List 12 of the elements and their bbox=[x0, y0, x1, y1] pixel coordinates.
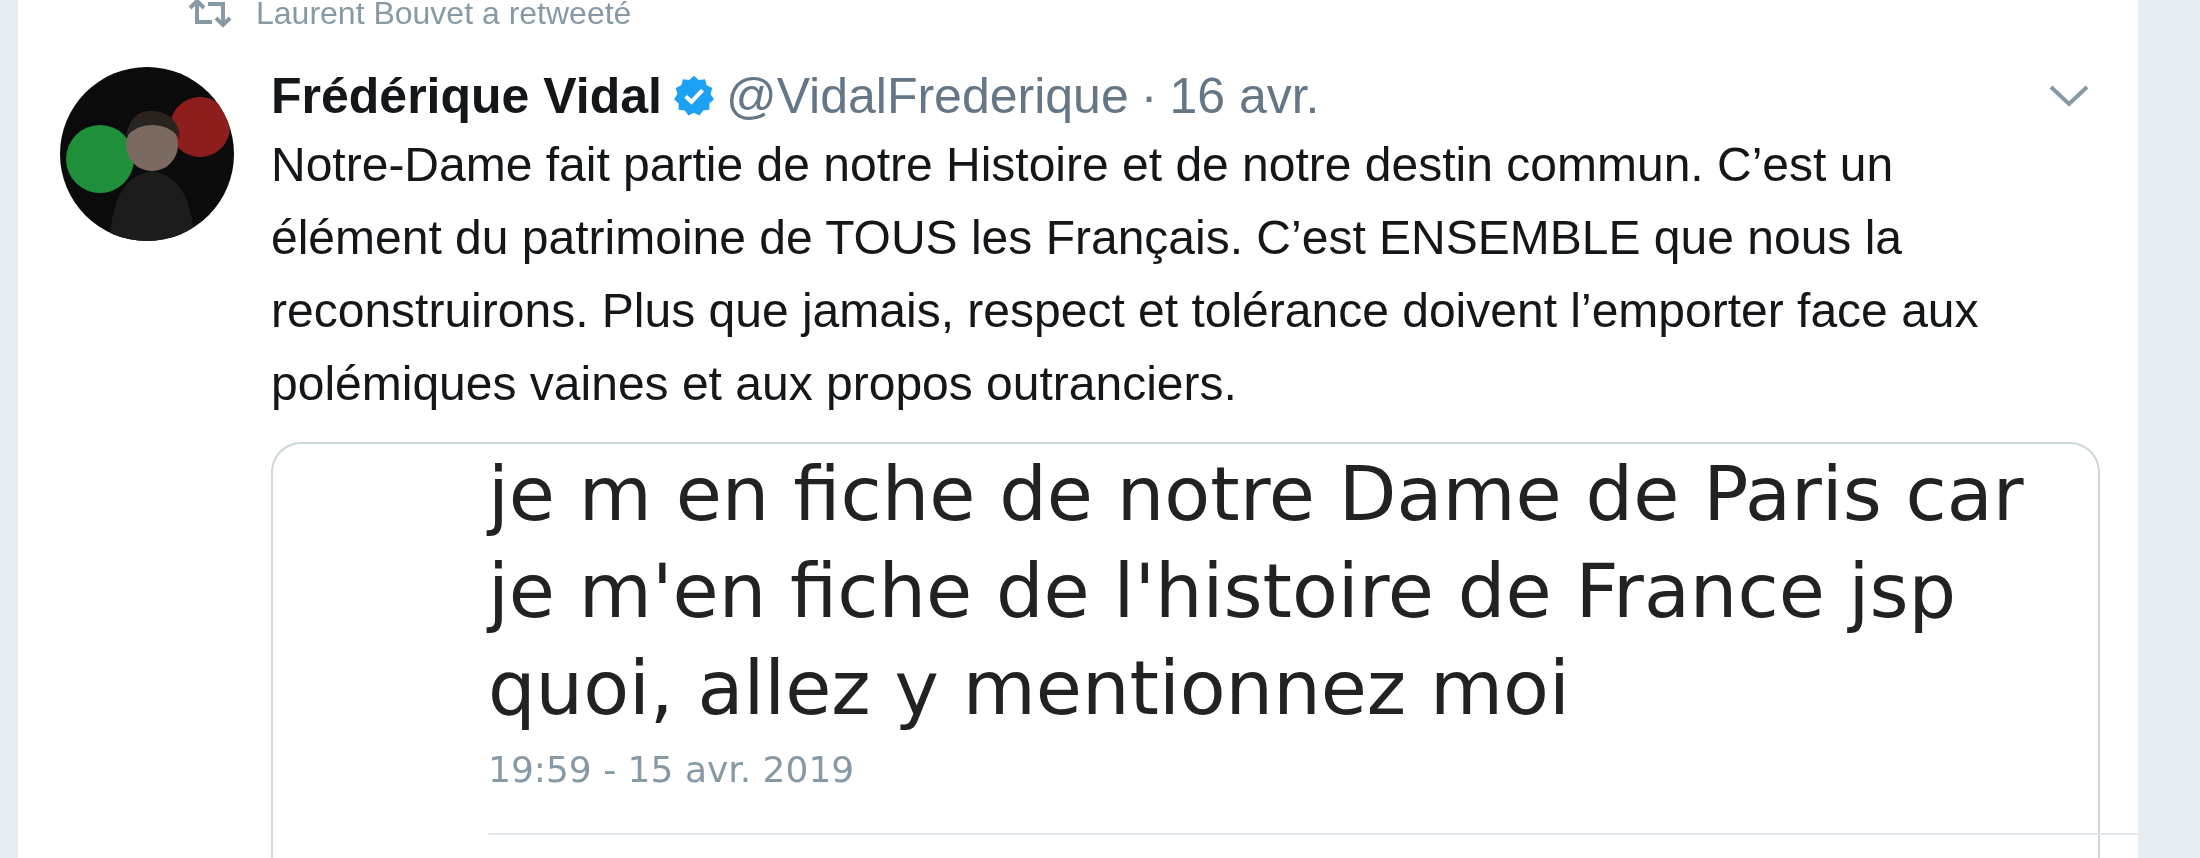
retweet-label: Laurent Bouvet a retweeté bbox=[256, 0, 632, 29]
retweet-icon bbox=[186, 0, 234, 28]
quoted-text-line: quoi, allez y mentionnez moi bbox=[488, 643, 1571, 734]
tweet-date[interactable]: 16 avr. bbox=[1169, 58, 1320, 134]
caret-icon[interactable] bbox=[2047, 83, 2091, 109]
separator-dot: · bbox=[1140, 66, 1158, 126]
tweet-text: Notre-Dame fait partie de notre Histoire et de notre destin commun. C’est un élément du patrimoine de TOUS les Français. C’est ENSEMBLE que nous la reconstruirons. Plus que jamais, respect et tolérance doivent l’emporter face aux polémiques vaines et aux propos outranciers. bbox=[271, 137, 1980, 412]
quoted-text-line: je m en fiche de notre Dame de Paris car bbox=[488, 449, 2025, 540]
user-handle[interactable]: @VidalFrederique bbox=[725, 58, 1129, 134]
author-name[interactable]: Frédérique Vidal bbox=[271, 58, 662, 134]
quoted-text-line: je m'en fiche de l'histoire de France jsp bbox=[488, 546, 1958, 637]
quoted-timestamp: 19:59 - 15 avr. 2019 bbox=[488, 748, 856, 792]
